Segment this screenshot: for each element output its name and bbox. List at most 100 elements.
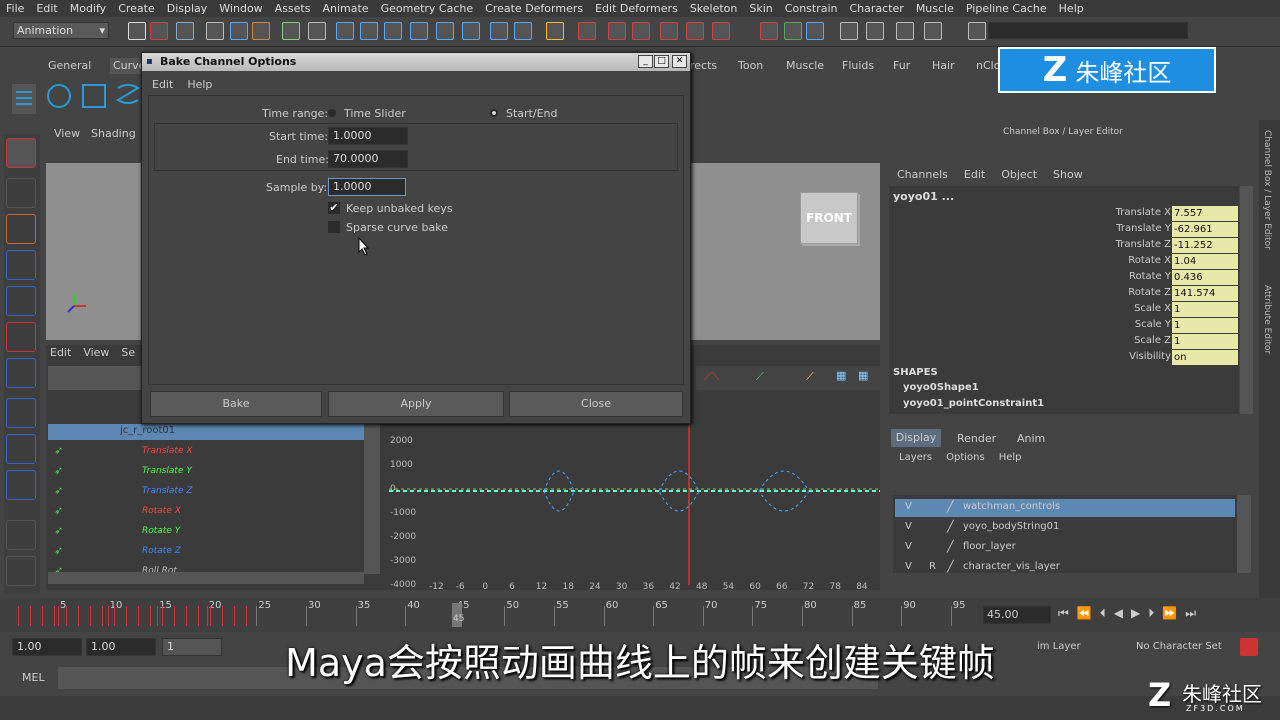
status-tool-icon[interactable] <box>546 22 564 40</box>
menu-assets[interactable]: Assets <box>269 2 317 15</box>
cb-attr-value[interactable]: on <box>1172 350 1238 365</box>
status-tool-icon[interactable] <box>968 22 986 40</box>
cb-menu-show[interactable]: Show <box>1053 168 1083 181</box>
cb-attr-name[interactable]: Scale Y <box>1135 319 1171 330</box>
linear-tangent-icon[interactable]: ⟋ <box>756 370 764 384</box>
menu-display[interactable]: Display <box>161 2 214 15</box>
rotate-tool-icon[interactable] <box>6 286 36 316</box>
status-tool-icon[interactable] <box>308 22 326 40</box>
minimize-button[interactable]: _ <box>638 55 653 68</box>
status-tool-icon[interactable] <box>840 22 858 40</box>
break-tangent-icon[interactable]: ⟋ <box>806 370 814 384</box>
shelf-tab-0[interactable]: General <box>48 58 91 74</box>
status-tool-icon[interactable] <box>206 22 224 40</box>
graph-menu-view[interactable]: View <box>83 346 109 359</box>
cb-shape-1[interactable]: yoyo0Shape1 <box>903 382 979 393</box>
cb-attr-value[interactable]: 1 <box>1172 318 1238 333</box>
viewport-menu-shading[interactable]: Shading <box>91 127 136 140</box>
status-tool-icon[interactable] <box>436 22 454 40</box>
sparse-curve-checkbox[interactable]: Sparse curve bake <box>328 218 448 236</box>
layer-color-icon[interactable]: ╱ <box>947 500 954 513</box>
menu-skeleton[interactable]: Skeleton <box>684 2 744 15</box>
step-forward-key-icon[interactable]: ⏩ <box>1162 606 1177 621</box>
graph-menu-edit[interactable]: Edit <box>50 346 71 359</box>
shelf-tab-3[interactable]: Toon <box>738 58 763 74</box>
outliner-icon[interactable] <box>6 556 36 586</box>
move-tool-icon[interactable] <box>6 250 36 280</box>
manip-tool-icon[interactable] <box>6 358 36 388</box>
shelf-tab-7[interactable]: Hair <box>932 58 955 74</box>
layer-row[interactable]: V ╱ watchman_controls <box>895 499 1235 517</box>
menu-modify[interactable]: Modify <box>64 2 112 15</box>
layer-menu-options[interactable]: Options <box>946 452 985 463</box>
cb-attr-value[interactable]: -62.961 <box>1172 222 1238 237</box>
status-tool-icon[interactable] <box>462 22 480 40</box>
menu-help[interactable]: Help <box>1053 2 1090 15</box>
layer-visibility-toggle[interactable]: V <box>905 501 912 512</box>
sample-by-field[interactable]: 1.0000 <box>328 178 406 196</box>
layer-color-icon[interactable]: ╱ <box>947 520 954 533</box>
graph-list-scrollbar[interactable] <box>364 424 380 574</box>
go-to-end-icon[interactable]: ⏭ <box>1185 606 1196 621</box>
cb-attr-value[interactable]: 7.557 <box>1172 206 1238 221</box>
cb-attr-name[interactable]: Scale X <box>1134 303 1171 314</box>
close-button[interactable]: Close <box>509 391 683 417</box>
cb-menu-channels[interactable]: Channels <box>897 168 948 181</box>
status-tool-icon[interactable] <box>128 22 146 40</box>
close-window-button[interactable]: ✕ <box>672 55 687 68</box>
layer-color-icon[interactable]: ╱ <box>947 540 954 553</box>
dialog-menu-help[interactable]: Help <box>187 78 212 91</box>
graph-channel-item[interactable]: Translate Z <box>142 486 193 496</box>
graph-menu-select[interactable]: Se <box>121 346 135 359</box>
square-curve-icon[interactable] <box>82 84 106 108</box>
bake-button[interactable]: Bake <box>150 391 322 417</box>
shelf-tab-6[interactable]: Fur <box>893 58 910 74</box>
graph-channel-item[interactable]: Rotate Y <box>142 526 180 536</box>
status-tool-icon[interactable] <box>176 22 194 40</box>
menu-character[interactable]: Character <box>844 2 910 15</box>
radio-start-end[interactable]: Start/End <box>490 104 557 122</box>
graph-channel-item[interactable]: Rotate X <box>142 506 181 516</box>
graph-list-hscrollbar[interactable] <box>48 572 364 584</box>
menu-muscle[interactable]: Muscle <box>910 2 960 15</box>
step-back-key-icon[interactable]: ⏪ <box>1077 606 1092 621</box>
maximize-button[interactable]: □ <box>654 55 669 68</box>
graph-channel-item[interactable]: Translate X <box>142 446 193 456</box>
cb-menu-object[interactable]: Object <box>1001 168 1037 181</box>
go-to-start-icon[interactable]: ⏮ <box>1058 606 1069 621</box>
cb-attr-name[interactable]: Rotate X <box>1128 255 1171 266</box>
menu-create-deformers[interactable]: Create Deformers <box>479 2 589 15</box>
menu-create[interactable]: Create <box>112 2 161 15</box>
end-time-field[interactable]: 70.0000 <box>328 150 408 168</box>
cb-menu-edit[interactable]: Edit <box>964 168 985 181</box>
graph-channel-item[interactable]: Rotate Z <box>142 546 181 556</box>
select-tool-icon[interactable] <box>6 138 36 168</box>
shelf-tab-8[interactable]: nClo <box>976 58 1000 74</box>
menu-file[interactable]: File <box>0 2 30 15</box>
cb-scrollbar[interactable] <box>1240 186 1253 414</box>
status-tool-icon[interactable] <box>230 22 248 40</box>
menu-set-dropdown[interactable]: Animation ▾ <box>13 22 109 39</box>
status-tool-icon[interactable] <box>150 22 168 40</box>
cb-attr-name[interactable]: Translate X <box>1116 207 1171 218</box>
layer-scrollbar[interactable] <box>1237 495 1251 573</box>
graph-root-row[interactable]: jc_r_root01 <box>48 424 364 440</box>
radio-time-slider[interactable]: Time Slider <box>328 104 406 122</box>
buffer-icon[interactable]: ▦ <box>836 369 846 382</box>
dialog-titlebar[interactable]: Bake Channel Options <box>142 53 690 71</box>
shelf-tab-5[interactable]: Fluids <box>842 58 874 74</box>
menu-pipeline-cache[interactable]: Pipeline Cache <box>960 2 1053 15</box>
menu-animate[interactable]: Animate <box>316 2 374 15</box>
lasso-tool-icon[interactable] <box>6 178 36 208</box>
cb-attr-value[interactable]: 141.574 <box>1172 286 1238 301</box>
menu-skin[interactable]: Skin <box>743 2 778 15</box>
layer-visibility-toggle[interactable]: V <box>905 561 912 572</box>
view-cube-front[interactable]: FRONT <box>800 192 858 244</box>
layout-icon[interactable] <box>6 520 36 550</box>
status-tool-icon[interactable] <box>896 22 914 40</box>
dialog-menu-edit[interactable]: Edit <box>152 78 173 91</box>
status-tool-icon[interactable] <box>760 22 778 40</box>
layer-visibility-toggle[interactable]: V <box>905 521 912 532</box>
status-tool-icon[interactable] <box>336 22 354 40</box>
paint-tool-icon[interactable] <box>6 214 36 244</box>
